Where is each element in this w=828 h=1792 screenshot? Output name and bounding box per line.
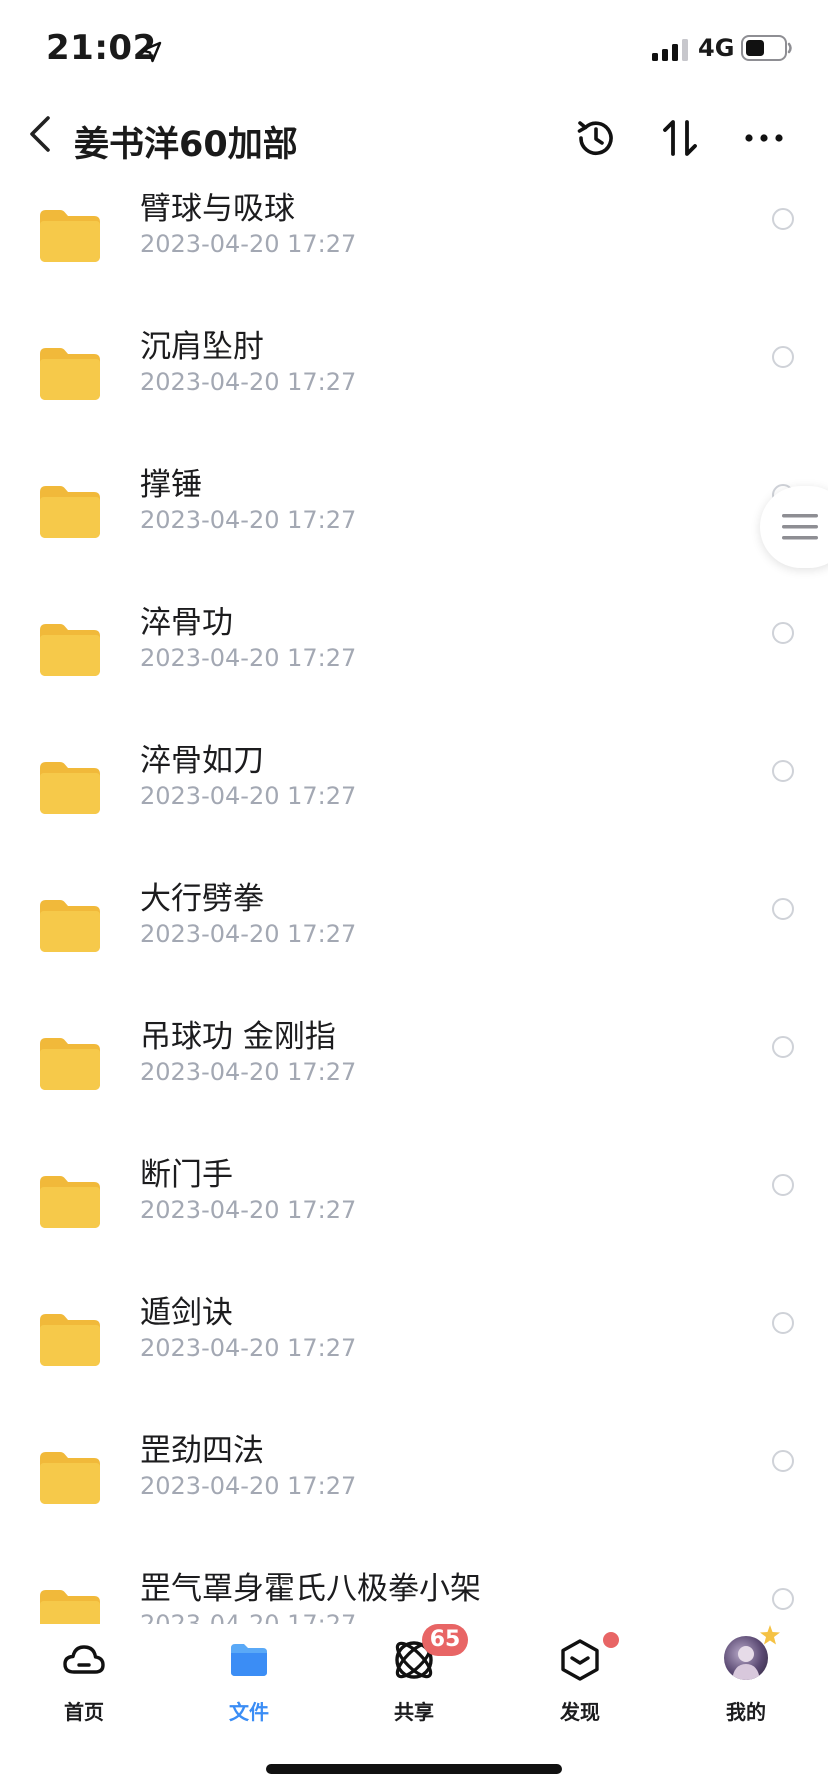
tab-discover[interactable]: 发现 (525, 1632, 635, 1738)
navigation-bar: 姜书洋60加部 (0, 100, 828, 188)
file-date: 2023-04-20 17:27 (140, 368, 357, 396)
file-date: 2023-04-20 17:27 (140, 1196, 357, 1224)
discover-dot-badge (603, 1632, 619, 1648)
file-date: 2023-04-20 17:27 (140, 1334, 357, 1362)
file-list-item[interactable]: 罡劲四法 2023-04-20 17:27 (0, 1425, 828, 1563)
select-checkbox[interactable] (772, 346, 794, 368)
menu-lines-icon (782, 514, 818, 540)
tab-me[interactable]: 我的 (691, 1625, 801, 1738)
tab-home[interactable]: 首页 (29, 1638, 139, 1738)
folder-icon (40, 624, 100, 676)
file-list-item[interactable]: 遁剑诀 2023-04-20 17:27 (0, 1287, 828, 1425)
tab-label-me: 我的 (726, 1700, 766, 1724)
select-checkbox[interactable] (772, 898, 794, 920)
file-list-item[interactable]: 沉肩坠肘 2023-04-20 17:27 (0, 321, 828, 459)
file-date: 2023-04-20 17:27 (140, 782, 357, 810)
cellular-signal-icon (652, 39, 688, 61)
file-date: 2023-04-20 17:27 (140, 230, 357, 258)
folder-icon (40, 1038, 100, 1090)
file-name: 吊球功 金刚指 (140, 1019, 336, 1055)
file-list-item[interactable]: 断门手 2023-04-20 17:27 (0, 1149, 828, 1287)
file-list-item[interactable]: 罡气罩身霍氏八极拳小架 2023-04-20 17:27 (0, 1563, 828, 1624)
file-name: 淬骨如刀 (140, 743, 264, 779)
tab-label-home: 首页 (64, 1700, 104, 1724)
select-checkbox[interactable] (772, 1450, 794, 1472)
battery-icon (741, 35, 792, 61)
network-type: 4G (698, 34, 735, 62)
select-checkbox[interactable] (772, 1036, 794, 1058)
file-name: 断门手 (140, 1157, 233, 1193)
file-name: 大行劈拳 (140, 881, 264, 917)
file-list-item[interactable]: 撑锤 2023-04-20 17:27 (0, 459, 828, 597)
file-name: 撑锤 (140, 467, 202, 503)
folder-icon (40, 348, 100, 400)
file-name: 罡气罩身霍氏八极拳小架 (140, 1571, 481, 1607)
file-name: 淬骨功 (140, 605, 233, 641)
select-checkbox[interactable] (772, 760, 794, 782)
file-date: 2023-04-20 17:27 (140, 644, 357, 672)
cloud-icon (63, 1645, 105, 1674)
folder-icon (40, 900, 100, 952)
folder-icon (40, 210, 100, 262)
file-list-item[interactable]: 臂球与吸球 2023-04-20 17:27 (0, 188, 828, 321)
file-list-item[interactable]: 淬骨功 2023-04-20 17:27 (0, 597, 828, 735)
tab-label-share: 共享 (394, 1700, 434, 1724)
folder-icon (231, 1644, 267, 1676)
select-checkbox[interactable] (772, 1174, 794, 1196)
folder-icon (40, 1452, 100, 1504)
file-list-item[interactable]: 大行劈拳 2023-04-20 17:27 (0, 873, 828, 1011)
file-list-item[interactable]: 吊球功 金刚指 2023-04-20 17:27 (0, 1011, 828, 1149)
file-date: 2023-04-20 17:27 (140, 1472, 357, 1500)
home-indicator (266, 1764, 562, 1774)
history-icon[interactable] (572, 114, 620, 162)
select-checkbox[interactable] (772, 1588, 794, 1610)
file-name: 臂球与吸球 (140, 191, 295, 227)
tab-label-discover: 发现 (560, 1700, 600, 1724)
status-bar: 21:02 4G (0, 0, 828, 100)
tab-files[interactable]: 文件 (194, 1638, 304, 1738)
back-arrow-icon[interactable] (24, 114, 56, 154)
star-icon (760, 1625, 780, 1645)
file-name: 遁剑诀 (140, 1295, 233, 1331)
file-date: 2023-04-20 17:27 (140, 506, 357, 534)
file-date: 2023-04-20 17:27 (140, 920, 357, 948)
file-name: 罡劲四法 (140, 1433, 264, 1469)
location-arrow-icon (140, 41, 162, 63)
folder-icon (40, 1176, 100, 1228)
tab-label-files: 文件 (229, 1700, 269, 1724)
folder-icon (40, 1590, 100, 1624)
folder-title: 姜书洋60加部 (74, 125, 298, 165)
select-checkbox[interactable] (772, 208, 794, 230)
file-list-item[interactable]: 淬骨如刀 2023-04-20 17:27 (0, 735, 828, 873)
select-checkbox[interactable] (772, 1312, 794, 1334)
folder-icon (40, 1314, 100, 1366)
tab-share[interactable]: 65 共享 (359, 1624, 469, 1738)
file-name: 沉肩坠肘 (140, 329, 264, 365)
folder-icon (40, 762, 100, 814)
discover-icon (561, 1639, 599, 1681)
file-date: 2023-04-20 17:27 (140, 1058, 357, 1086)
more-options-icon[interactable] (740, 114, 788, 162)
select-checkbox[interactable] (772, 622, 794, 644)
file-list: 臂球与吸球 2023-04-20 17:27 沉肩坠肘 2023-04-20 17:2… (0, 188, 828, 1624)
file-date: 2023-04-20 17:27 (140, 1610, 357, 1624)
share-badge: 65 (422, 1624, 468, 1656)
sort-icon[interactable] (656, 114, 704, 162)
folder-icon (40, 486, 100, 538)
